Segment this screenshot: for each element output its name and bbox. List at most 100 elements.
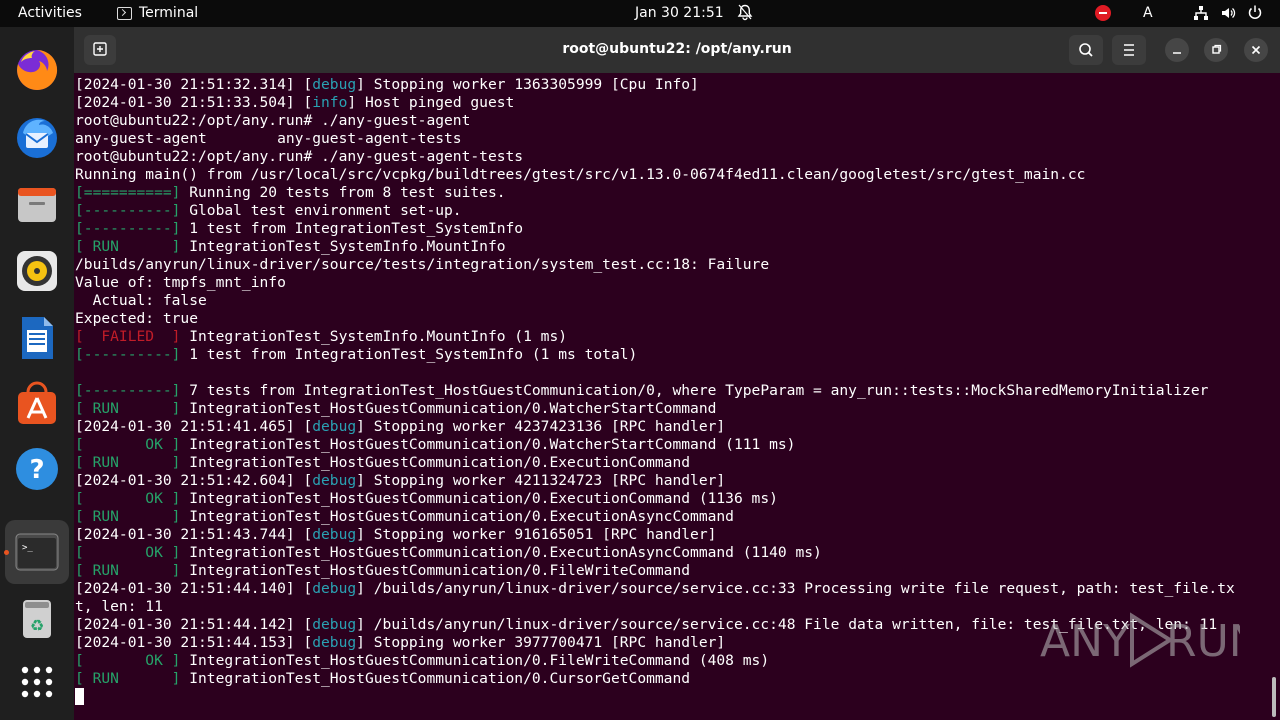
terminal-line: root@ubuntu22:/opt/any.run# ./any-guest-… — [75, 112, 1265, 130]
terminal-line: [ RUN ] IntegrationTest_HostGuestCommuni… — [75, 400, 1265, 418]
notification-bell-icon[interactable] — [737, 4, 753, 21]
terminal-segment: debug — [312, 418, 357, 435]
firefox-icon[interactable] — [13, 46, 61, 94]
terminal-line: [ RUN ] IntegrationTest_HostGuestCommuni… — [75, 670, 1265, 688]
terminal-line: [ OK ] IntegrationTest_HostGuestCommunic… — [75, 544, 1265, 562]
terminal-segment: debug — [312, 526, 357, 543]
power-icon[interactable] — [1247, 4, 1263, 21]
app-menu[interactable]: Terminal — [117, 5, 198, 21]
terminal-line: [----------] 7 tests from IntegrationTes… — [75, 382, 1265, 400]
terminal-line: [2024-01-30 21:51:32.314] [debug] Stoppi… — [75, 76, 1265, 94]
terminal-segment: [ RUN ] — [75, 670, 181, 687]
clock[interactable]: Jan 30 21:51 — [635, 5, 724, 21]
stop-recording-icon[interactable] — [1095, 5, 1111, 21]
terminal-line: any-guest-agent any-guest-agent-tests — [75, 130, 1265, 148]
terminal-segment: IntegrationTest_HostGuestCommunication/0… — [180, 508, 734, 525]
terminal-line: [ RUN ] IntegrationTest_HostGuestCommuni… — [75, 562, 1265, 580]
show-apps-icon[interactable] — [13, 658, 61, 706]
terminal-segment: [ RUN ] — [75, 454, 181, 471]
terminal-segment: [ RUN ] — [75, 562, 181, 579]
maximize-button[interactable] — [1204, 38, 1228, 62]
terminal-segment: [==========] — [75, 184, 181, 201]
minimize-icon — [1173, 52, 1181, 54]
search-button[interactable] — [1069, 35, 1103, 65]
thunderbird-icon[interactable] — [13, 113, 61, 161]
terminal-segment: [2024-01-30 21:51:33.504] [ — [75, 94, 313, 111]
network-icon[interactable] — [1193, 5, 1209, 21]
running-indicator — [4, 550, 9, 555]
terminal-segment: [ OK ] — [75, 490, 181, 507]
terminal-segment: [ RUN ] — [75, 508, 181, 525]
terminal-line: [2024-01-30 21:51:33.504] [info] Host pi… — [75, 94, 1265, 112]
help-icon[interactable]: ? — [13, 445, 61, 493]
terminal-segment: IntegrationTest_HostGuestCommunication/0… — [180, 544, 822, 561]
hamburger-icon — [1124, 44, 1134, 56]
terminal-icon[interactable]: >_ — [13, 528, 61, 576]
svg-text:?: ? — [29, 455, 44, 485]
terminal-line: [ RUN ] IntegrationTest_SystemInfo.Mount… — [75, 238, 1265, 256]
rhythmbox-icon[interactable] — [13, 247, 61, 295]
terminal-line: Running main() from /usr/local/src/vcpkg… — [75, 166, 1265, 184]
top-bar: Activities Terminal Jan 30 21:51 A — [0, 0, 1280, 27]
terminal-app-icon — [117, 6, 132, 20]
prompt-line — [75, 688, 1265, 706]
terminal-segment: debug — [312, 616, 357, 633]
terminal-line: [2024-01-30 21:51:42.604] [debug] Stoppi… — [75, 472, 1265, 490]
terminal-segment: [ RUN ] — [75, 238, 181, 255]
activities-button[interactable]: Activities — [18, 5, 82, 21]
terminal-segment: Running 20 tests from 8 test suites. — [180, 184, 506, 201]
terminal-segment: root@ubuntu22:/opt/any.run# ./any-guest-… — [75, 112, 471, 129]
terminal-segment: IntegrationTest_HostGuestCommunication/0… — [180, 490, 778, 507]
svg-text:>_: >_ — [22, 543, 33, 553]
app-name: Terminal — [139, 5, 199, 21]
terminal-segment: debug — [312, 76, 357, 93]
close-button[interactable] — [1244, 38, 1268, 62]
keyboard-layout-indicator[interactable]: A — [1143, 5, 1153, 21]
terminal-segment: ] Stopping worker 4211324723 [RPC handle… — [356, 472, 726, 489]
terminal-segment: IntegrationTest_SystemInfo.MountInfo — [180, 238, 506, 255]
anyrun-watermark: ANY RUN — [1040, 612, 1240, 668]
terminal-segment: ] /builds/anyrun/linux-driver/source/ser… — [356, 580, 1235, 597]
terminal-segment: 1 test from IntegrationTest_SystemInfo — [180, 220, 524, 237]
terminal-segment: info — [312, 94, 348, 111]
terminal-segment: IntegrationTest_HostGuestCommunication/0… — [180, 670, 691, 687]
terminal-segment: ] Stopping worker 3977700471 [RPC handle… — [356, 634, 726, 651]
volume-icon[interactable] — [1220, 5, 1236, 21]
app-center-icon[interactable] — [13, 380, 61, 428]
terminal-segment: [2024-01-30 21:51:43.744] [ — [75, 526, 313, 543]
terminal-segment: debug — [312, 472, 357, 489]
terminal-segment: IntegrationTest_HostGuestCommunication/0… — [180, 562, 691, 579]
minimize-button[interactable] — [1165, 38, 1189, 62]
watermark-text-right: RUN — [1166, 616, 1240, 667]
trash-icon[interactable]: ♻ — [13, 594, 61, 642]
terminal-segment: IntegrationTest_HostGuestCommunication/0… — [180, 652, 770, 669]
terminal-segment: [----------] — [75, 202, 181, 219]
terminal-segment: Running main() from /usr/local/src/vcpkg… — [75, 166, 1086, 183]
terminal-segment: [2024-01-30 21:51:41.465] [ — [75, 418, 313, 435]
terminal-segment: Value of: tmpfs_mnt_info — [75, 274, 286, 291]
terminal-segment: ] Stopping worker 4237423136 [RPC handle… — [356, 418, 726, 435]
menu-button[interactable] — [1112, 35, 1146, 65]
terminal-segment: debug — [312, 634, 357, 651]
terminal-segment: ] Stopping worker 916165051 [RPC handler… — [356, 526, 717, 543]
terminal-segment: [----------] — [75, 382, 181, 399]
terminal-segment: IntegrationTest_HostGuestCommunication/0… — [180, 436, 796, 453]
text-cursor — [75, 688, 84, 705]
close-icon — [1251, 45, 1261, 55]
search-icon — [1079, 43, 1093, 57]
terminal-segment: IntegrationTest_SystemInfo.MountInfo (1 … — [180, 328, 568, 345]
terminal-segment: [----------] — [75, 346, 181, 363]
terminal-segment: ] Host pinged guest — [347, 94, 515, 111]
terminal-line: [ FAILED ] IntegrationTest_SystemInfo.Mo… — [75, 328, 1265, 346]
libreoffice-writer-icon[interactable] — [13, 314, 61, 362]
terminal-line: Expected: true — [75, 310, 1265, 328]
terminal-segment: t, len: 11 — [75, 598, 163, 615]
terminal-segment: [----------] — [75, 220, 181, 237]
terminal-segment: [2024-01-30 21:51:44.153] [ — [75, 634, 313, 651]
files-icon[interactable] — [13, 181, 61, 229]
terminal-segment: [ FAILED ] — [75, 328, 181, 345]
title-bar[interactable]: root@ubuntu22: /opt/any.run — [74, 27, 1280, 73]
scrollbar[interactable] — [1272, 677, 1276, 717]
terminal-segment: any-guest-agent any-guest-agent-tests — [75, 130, 462, 147]
terminal-segment: IntegrationTest_HostGuestCommunication/0… — [180, 454, 691, 471]
